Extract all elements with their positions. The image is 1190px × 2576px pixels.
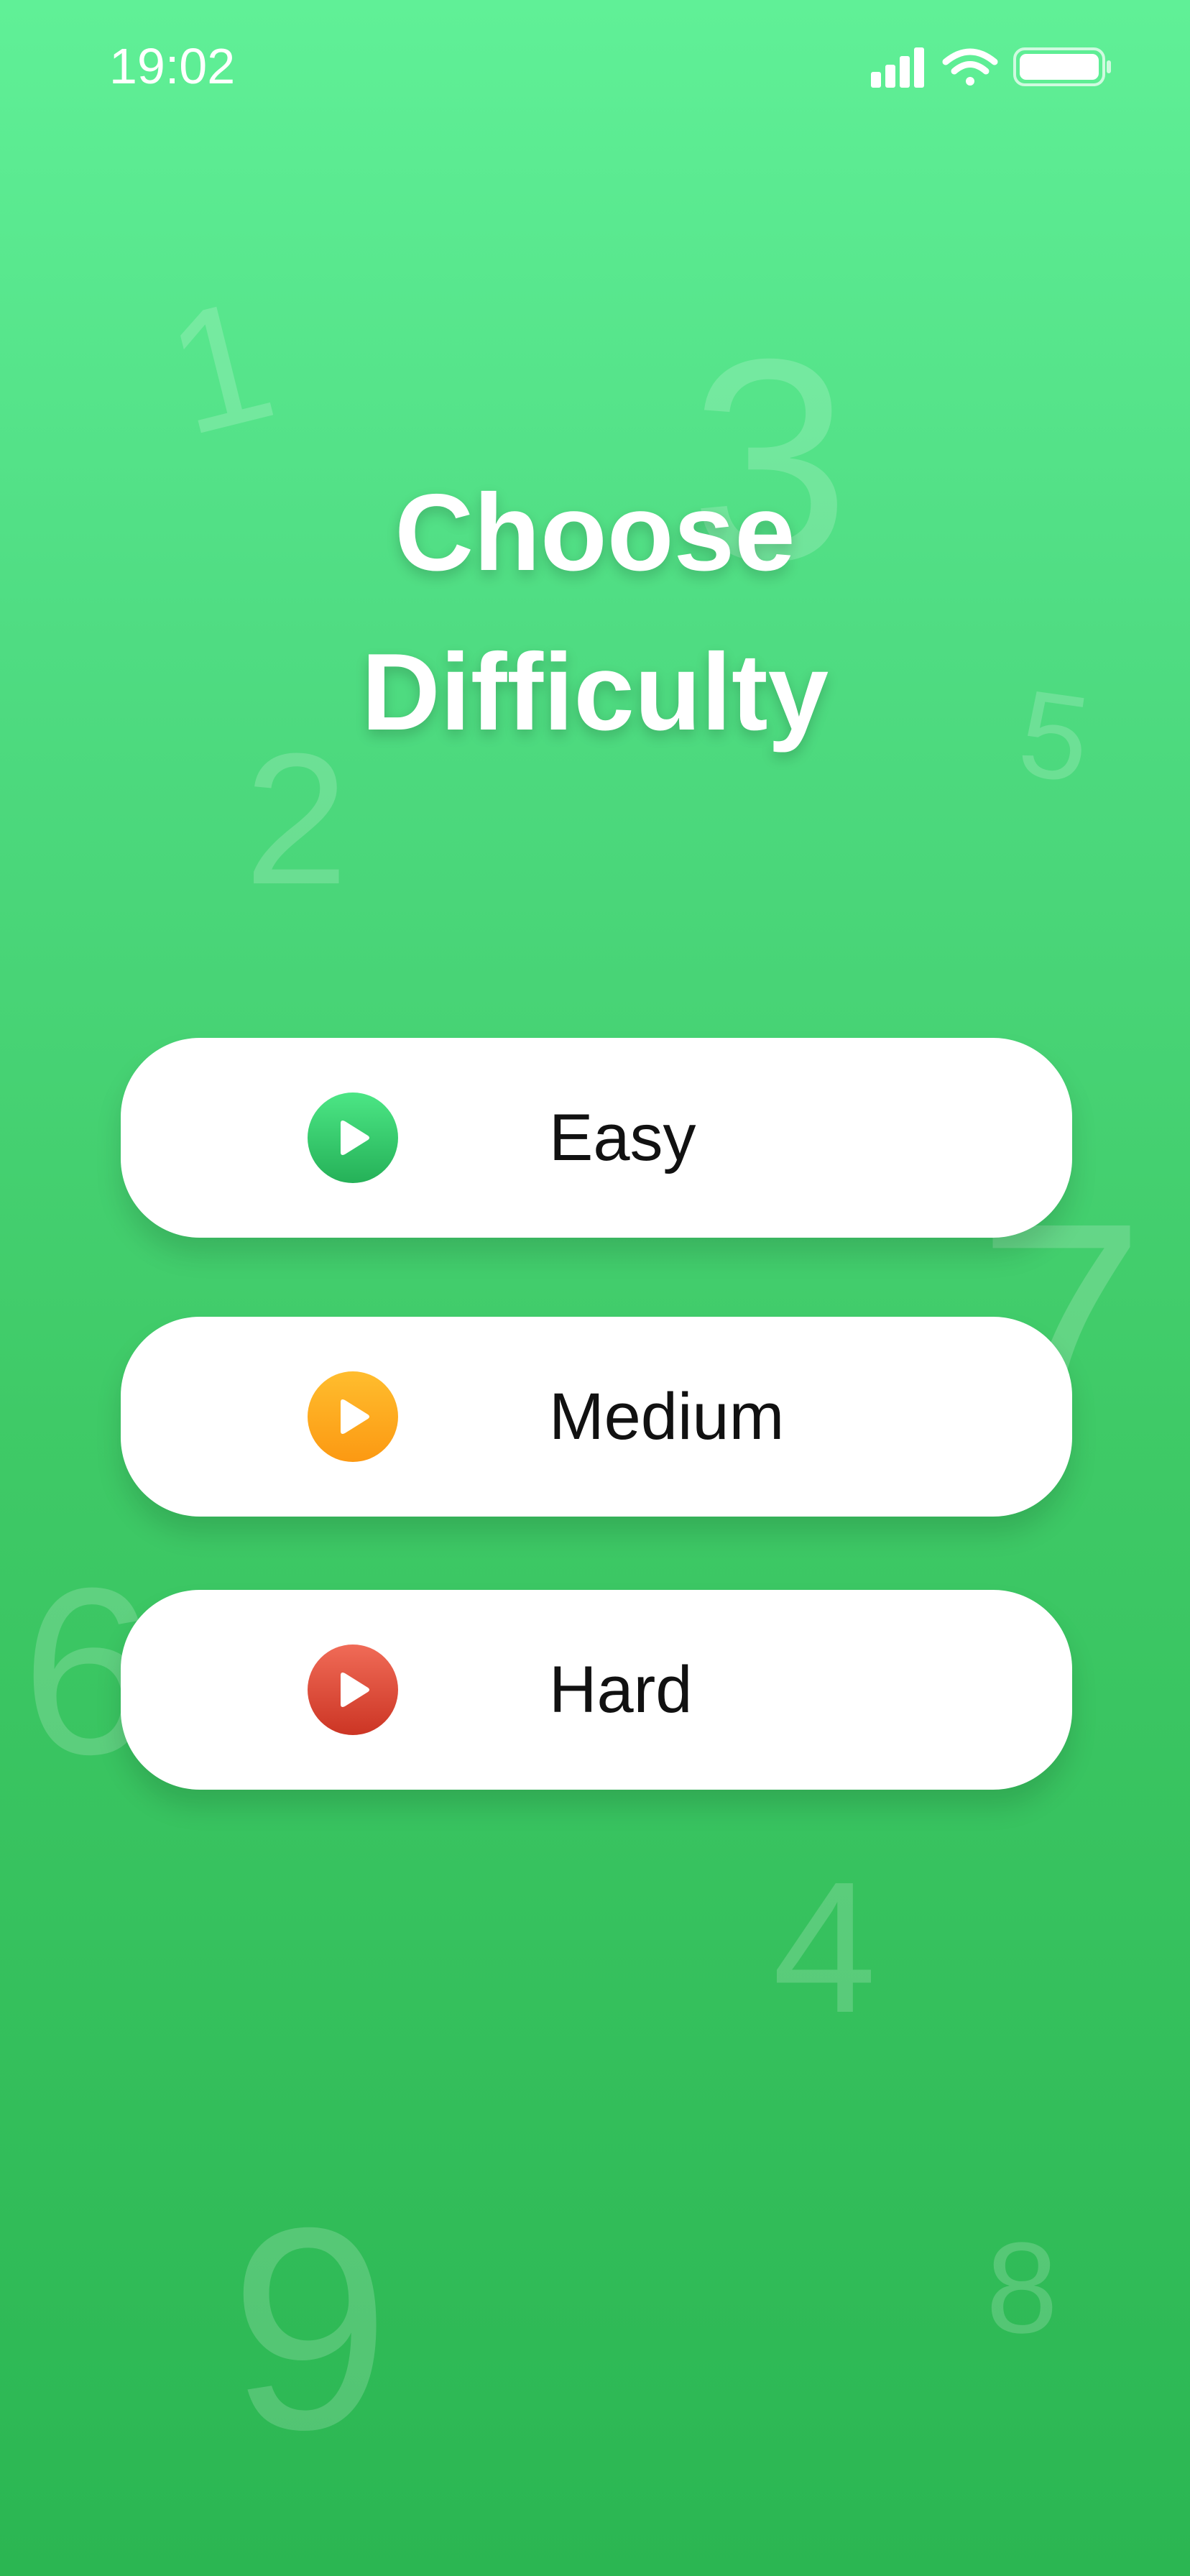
background-digit: 4: [772, 1844, 877, 2052]
play-icon: [308, 1644, 398, 1735]
page-title: Choose Difficulty: [0, 453, 1190, 772]
hard-button[interactable]: Hard: [121, 1590, 1072, 1790]
easy-label: Easy: [549, 1101, 696, 1174]
background-digit: 9: [230, 2168, 390, 2489]
difficulty-screen: 19:02 1 3 5 2 7 6 4 9 8 Choose Difficult…: [0, 0, 1190, 2576]
medium-label: Medium: [549, 1380, 785, 1453]
status-icons: [871, 45, 1115, 89]
battery-icon: [1013, 47, 1111, 86]
hard-label: Hard: [549, 1653, 693, 1726]
play-icon: [308, 1092, 398, 1183]
background-digit: 1: [150, 261, 290, 472]
wifi-icon: [942, 48, 998, 86]
medium-button[interactable]: Medium: [121, 1317, 1072, 1517]
background-digit: 8: [986, 2216, 1058, 2360]
page-title-line1: Choose: [395, 472, 795, 594]
status-time: 19:02: [109, 38, 236, 94]
cellular-signal-icon: [871, 47, 924, 88]
play-icon: [308, 1371, 398, 1462]
page-title-line2: Difficulty: [361, 631, 829, 753]
easy-button[interactable]: Easy: [121, 1038, 1072, 1238]
